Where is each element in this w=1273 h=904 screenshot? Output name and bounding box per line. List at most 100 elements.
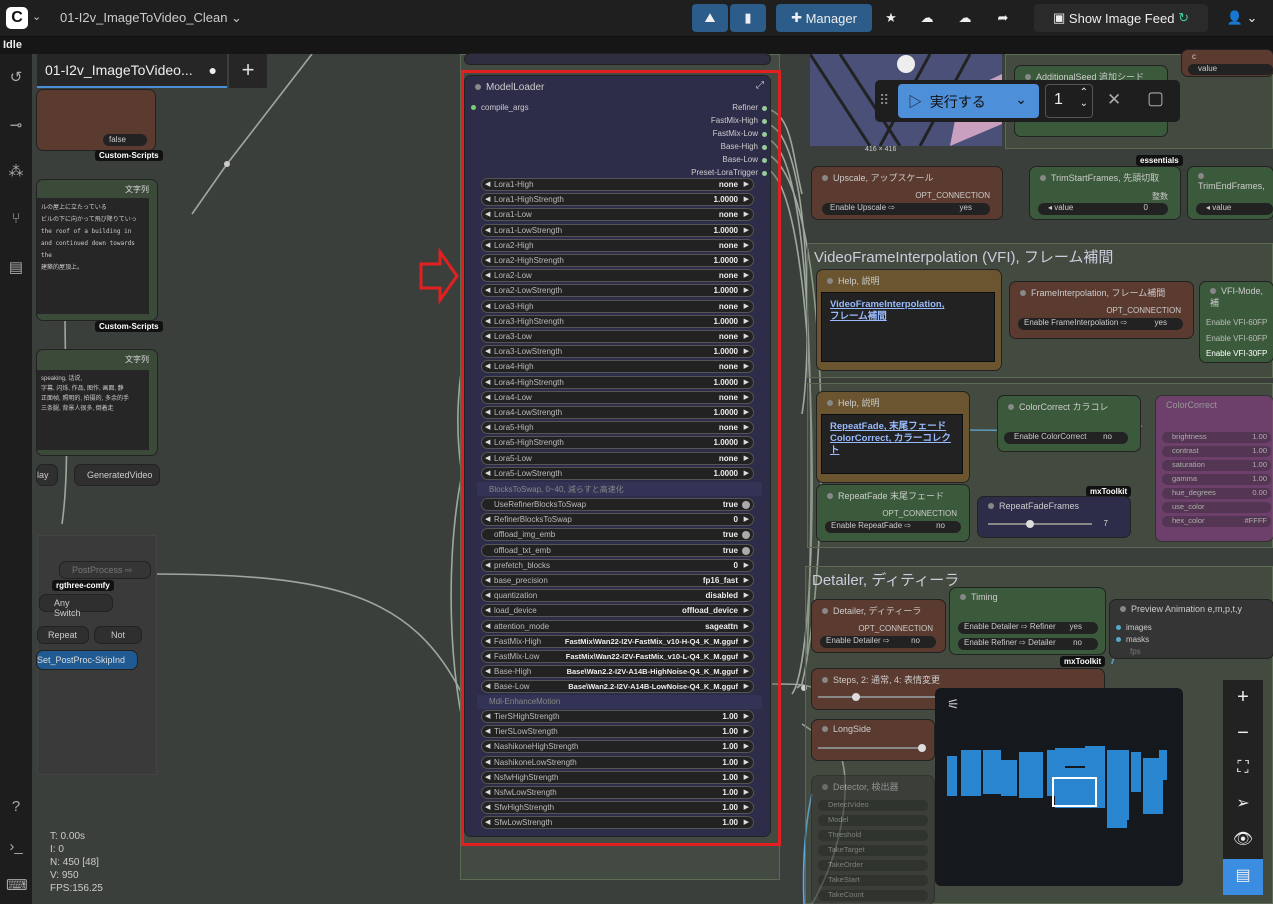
enable-detailer-toggle[interactable]: Enable Detailer ⇨ no: [820, 636, 936, 648]
show-image-feed-button[interactable]: ▣ Show Image Feed ↻: [1034, 4, 1208, 32]
string-node-2[interactable]: 文字列 speaking, 话说, 字幕, 闪烁, 作品, 图作, 画面, 静 …: [37, 350, 157, 455]
not-node[interactable]: Not: [95, 627, 141, 643]
trim-end-value[interactable]: ◂ value: [1196, 203, 1273, 215]
trim-start-value[interactable]: ◂ value 0: [1038, 203, 1168, 215]
cancel-icon[interactable]: ✕: [1107, 90, 1121, 110]
minimap-toggle-icon[interactable]: ▤: [1223, 859, 1263, 895]
history-icon[interactable]: ↺: [6, 68, 26, 88]
play-node[interactable]: lay: [37, 465, 57, 485]
share-icon[interactable]: ➦: [988, 4, 1018, 32]
help-cc-link-2[interactable]: 末尾フェード: [889, 421, 946, 432]
enable-rf-toggle[interactable]: Enable RepeatFade ⇨ no: [825, 521, 961, 533]
cc-param-widget[interactable]: saturation 1.00: [1162, 460, 1271, 471]
toggle-links-icon[interactable]: 👁: [1223, 823, 1263, 859]
help-vfi-link-2[interactable]: フレーム補間: [830, 311, 887, 322]
minimap-settings-icon[interactable]: ⚟: [947, 696, 960, 713]
stop-icon[interactable]: ▢: [1147, 88, 1164, 109]
generated-video-node[interactable]: GeneratedVideo: [75, 465, 159, 485]
repeat-fade-frames-node[interactable]: RepeatFadeFrames 7: [978, 497, 1130, 537]
cc-param-widget[interactable]: use_color: [1162, 502, 1271, 513]
cc-param-widget[interactable]: hue_degrees 0.00: [1162, 488, 1271, 499]
upper-node-stub[interactable]: [465, 54, 770, 64]
enable-ref-det-toggle[interactable]: Enable Refiner ⇨ Detailer no: [958, 638, 1098, 650]
vfi-option-3[interactable]: Enable VFI-30FP: [1206, 349, 1267, 358]
workflow-title[interactable]: 01-I2v_ImageToVideo_Clean ⌄: [60, 10, 242, 26]
vfi-option-1[interactable]: Enable VFI-60FP: [1206, 318, 1267, 327]
rf-opt-output[interactable]: OPT_CONNECTION: [882, 509, 957, 518]
detector-widget[interactable]: Model: [818, 815, 928, 826]
postprocess-node[interactable]: PostProcess ⇨: [60, 562, 150, 578]
select-mode-icon[interactable]: ➢: [1223, 787, 1263, 823]
detector-node[interactable]: Detector, 検出器 DetectVideo Model Threshold T…: [812, 776, 934, 904]
repeat-node[interactable]: Repeat: [38, 627, 88, 643]
run-button[interactable]: ▷ 実行する ⌄: [898, 84, 1039, 118]
run-dropdown-icon[interactable]: ⌄: [1015, 91, 1027, 108]
cc-param-widget[interactable]: contrast 1.00: [1162, 446, 1271, 457]
rff-slider-handle[interactable]: [1026, 520, 1034, 528]
enable-fi-toggle[interactable]: Enable FrameInterpolation ⇨ yes: [1018, 318, 1183, 330]
queue-icon[interactable]: ⛰: [692, 4, 728, 32]
preview-fps-input[interactable]: fps: [1130, 647, 1141, 656]
manager-button[interactable]: ✚ Manager: [776, 4, 872, 32]
detector-widget[interactable]: Threshold: [818, 830, 928, 841]
help-cc-link-1[interactable]: RepeatFade: [830, 421, 884, 432]
terminal-icon[interactable]: ›_: [6, 837, 26, 857]
prompt-textarea-2[interactable]: speaking, 话说, 字幕, 闪烁, 作品, 图作, 画面, 静 正面帧,…: [37, 370, 149, 450]
help-cc-node[interactable]: Help, 説明 RepeatFade, 末尾フェード ColorCorrect,…: [817, 392, 969, 482]
enable-cc-toggle[interactable]: Enable ColorCorrect no: [1004, 432, 1128, 444]
upscale-opt-output[interactable]: OPT_CONNECTION: [915, 191, 990, 200]
prompt-textarea-1[interactable]: ルの屋上に立たっている ビルの下に向かって飛び降りていっ the roof of…: [37, 198, 149, 314]
cc-param-widget[interactable]: brightness 1.00: [1162, 432, 1271, 443]
trim-end-node[interactable]: TrimEndFrames, ◂ value: [1188, 167, 1273, 219]
timing-node[interactable]: Timing Enable Detailer ⇨ Refiner yes Enab…: [950, 588, 1105, 654]
node-library-icon[interactable]: ⊸: [6, 116, 26, 136]
chevron-down-icon[interactable]: ⌄: [32, 10, 41, 23]
help-vfi-text[interactable]: VideoFrameInterpolation, フレーム補間: [821, 292, 995, 362]
model-library-icon[interactable]: ⁂: [6, 162, 26, 182]
vfi-mode-node[interactable]: VFI-Mode, 補 Enable VFI-60FP Enable VFI-6…: [1200, 282, 1273, 362]
preview-animation-node[interactable]: Preview Animation e,m,p,t,y images masks…: [1110, 600, 1273, 658]
string-node-1[interactable]: 文字列 ルの屋上に立たっている ビルの下に向かって飛び降りていっ the roo…: [37, 180, 157, 320]
detector-widget[interactable]: TakeStart: [818, 875, 928, 886]
longside-slider-handle[interactable]: [918, 744, 926, 752]
detector-widget[interactable]: TakeOrder: [818, 860, 928, 871]
fit-view-icon[interactable]: ⛶: [1223, 751, 1263, 787]
workflow-tab[interactable]: 01-I2v_ImageToVideo... ●: [37, 54, 227, 88]
preview-images-input[interactable]: images: [1116, 623, 1152, 632]
left-node-top[interactable]: false: [37, 90, 155, 150]
batch-count-input[interactable]: 1 ⌃ ⌄: [1045, 84, 1093, 118]
unsaved-dot-icon[interactable]: ●: [209, 62, 217, 78]
rff-slider[interactable]: [988, 520, 1092, 528]
enable-upscale-toggle[interactable]: Enable Upscale ⇨ yes: [822, 203, 990, 215]
cc-param-widget[interactable]: hex_color #FFFF: [1162, 516, 1271, 527]
star-icon[interactable]: ★: [876, 4, 906, 32]
zoom-out-icon[interactable]: −: [1223, 716, 1263, 752]
colorcorrect-node[interactable]: ColorCorrect カラコレ Enable ColorCorrect no: [998, 396, 1140, 451]
steps-slider-handle[interactable]: [852, 693, 860, 701]
keyboard-icon[interactable]: ⌨: [6, 876, 28, 896]
detector-widget[interactable]: TakeCount: [818, 890, 928, 901]
detailer-node[interactable]: Detailer, ディティーラ OPT_CONNECTION Enable D…: [812, 600, 945, 652]
detector-widget[interactable]: DetectVideo: [818, 800, 928, 811]
help-icon[interactable]: ?: [6, 797, 26, 817]
help-cc-text[interactable]: RepeatFade, 末尾フェード ColorCorrect, カラーコレクト: [821, 414, 963, 474]
colorcorrect-target-node[interactable]: ColorCorrect brightness 1.00 contrast 1.00 s…: [1156, 396, 1273, 541]
c-value-field[interactable]: value: [1188, 64, 1273, 75]
comfy-logo-icon[interactable]: C: [6, 7, 28, 29]
set-postproc-node[interactable]: Set_PostProc-SkipInd: [37, 651, 137, 669]
vfi-option-2[interactable]: Enable VFI-60FP: [1206, 334, 1267, 343]
help-vfi-node[interactable]: Help, 説明 VideoFrameInterpolation, フレーム補間: [817, 270, 1001, 370]
cloud-a-icon[interactable]: ☁: [912, 4, 942, 32]
trim-start-node[interactable]: TrimStartFrames, 先頭切取 整数 ◂ value 0: [1030, 167, 1180, 219]
enable-det-ref-toggle[interactable]: Enable Detailer ⇨ Refiner yes: [958, 622, 1098, 634]
minimap[interactable]: ⚟: [935, 688, 1183, 886]
false-toggle[interactable]: false: [103, 134, 147, 146]
preview-masks-input[interactable]: masks: [1116, 635, 1149, 644]
user-avatar-icon[interactable]: 👤 ⌄: [1216, 4, 1268, 32]
templates-icon[interactable]: ▤: [6, 258, 26, 278]
cc-param-widget[interactable]: gamma 1.00: [1162, 474, 1271, 485]
detector-widget[interactable]: TakeTarget: [818, 845, 928, 856]
zoom-in-icon[interactable]: +: [1223, 680, 1263, 716]
repeat-fade-node[interactable]: RepeatFade 末尾フェード OPT_CONNECTION Enable …: [817, 485, 969, 541]
upscale-node[interactable]: Upscale, アップスケール OPT_CONNECTION Enable U…: [812, 167, 1002, 219]
